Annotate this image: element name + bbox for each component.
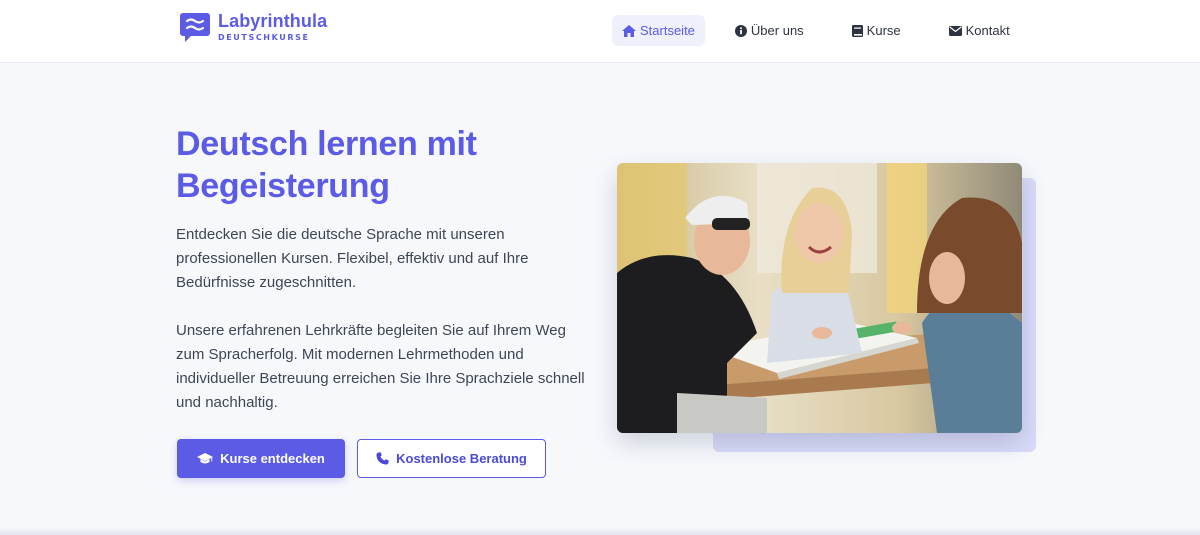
nav-item-kurse[interactable]: Kurse [842, 15, 911, 46]
brand-tagline: DEUTSCHKURSE [218, 33, 310, 42]
hero-title: Deutsch lernen mit Begeisterung [176, 123, 596, 207]
free-consultation-label: Kostenlose Beratung [396, 451, 527, 466]
nav-label: Über uns [750, 23, 804, 38]
logo-chat-icon [179, 11, 211, 43]
book-icon [851, 24, 863, 37]
envelope-icon [948, 25, 962, 36]
hero-detail-paragraph: Unsere erfahrenen Lehrkräfte begleiten S… [176, 322, 585, 411]
section-divider [0, 527, 1200, 535]
phone-icon [376, 452, 389, 465]
hero-intro-paragraph: Entdecken Sie die deutsche Sprache mit u… [176, 226, 529, 291]
main-nav: Startseite Über uns Kurse Kontakt [612, 15, 1020, 46]
free-consultation-button[interactable]: Kostenlose Beratung [357, 439, 546, 478]
explore-courses-label: Kurse entdecken [220, 451, 325, 466]
nav-label: Kurse [866, 23, 901, 38]
nav-item-kontakt[interactable]: Kontakt [939, 15, 1020, 46]
logo[interactable]: Labyrinthula DEUTSCHKURSE [179, 10, 327, 44]
nav-label: Startseite [640, 23, 695, 38]
nav-item-ueber-uns[interactable]: Über uns [725, 15, 814, 46]
home-icon [622, 24, 636, 37]
hero-title-line-2: Begeisterung [176, 167, 390, 205]
hero-title-line-1: Deutsch lernen mit [176, 125, 477, 163]
students-studying-photo [617, 163, 1022, 433]
explore-courses-button[interactable]: Kurse entdecken [177, 439, 345, 478]
brand-name: Labyrinthula [218, 11, 328, 31]
graduation-cap-icon [197, 452, 214, 463]
nav-label: Kontakt [965, 23, 1010, 38]
info-circle-icon [734, 24, 747, 37]
nav-item-startseite[interactable]: Startseite [612, 15, 705, 46]
site-header: Labyrinthula DEUTSCHKURSE Startseite Übe… [0, 0, 1200, 63]
